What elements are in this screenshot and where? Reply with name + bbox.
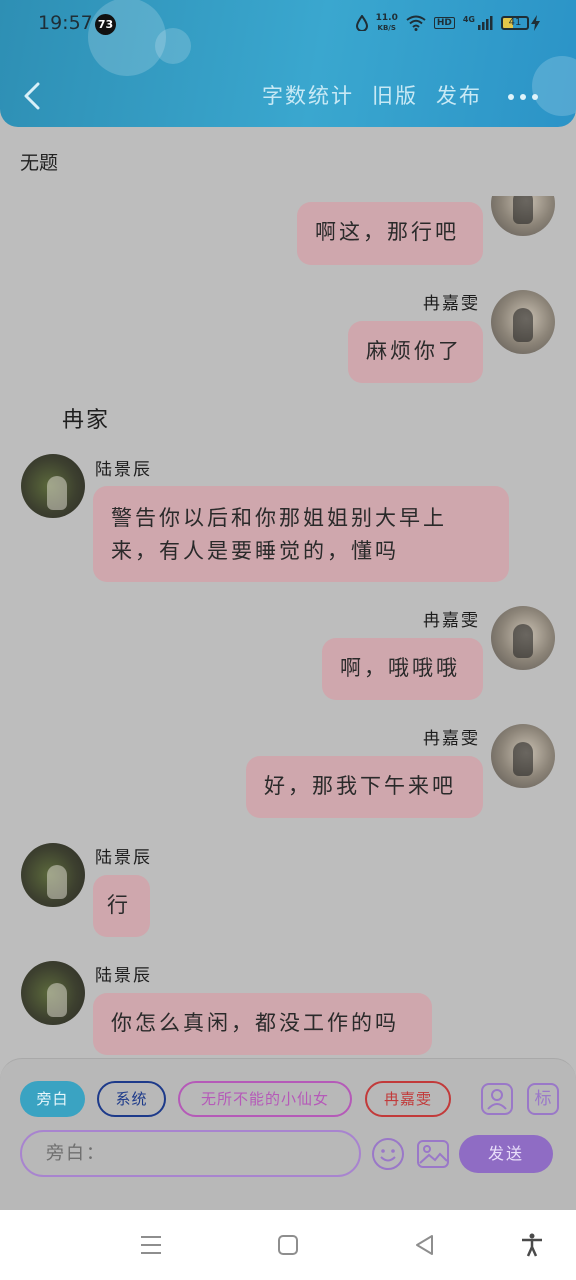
chat-bubble[interactable]: 行	[93, 875, 150, 937]
avatar[interactable]	[21, 454, 85, 518]
publish-button[interactable]: 发布	[436, 80, 482, 110]
sender-name: 陆景辰	[95, 460, 152, 480]
nav-bar: 字数统计 旧版 发布	[0, 72, 576, 120]
avatar[interactable]	[21, 843, 85, 907]
hd-indicator: HD	[433, 17, 455, 29]
sender-name: 冉嘉雯	[423, 294, 480, 314]
chat-bubble[interactable]: 麻烦你了	[348, 321, 483, 383]
tag-icon[interactable]: 标	[527, 1083, 559, 1115]
back-arrow-icon[interactable]	[22, 82, 42, 110]
wifi-icon	[406, 15, 426, 31]
menu-icon[interactable]	[138, 1232, 164, 1258]
signal-icon	[478, 16, 493, 30]
avatar[interactable]	[491, 290, 555, 354]
role-chip-fairy[interactable]: 无所不能的小仙女	[178, 1081, 352, 1117]
network-speed: 11.0 KB/S	[375, 13, 398, 32]
home-icon[interactable]	[275, 1232, 301, 1258]
chat-bubble[interactable]: 啊，哦哦哦	[322, 638, 483, 700]
role-chip-narrator[interactable]: 旁白	[20, 1081, 85, 1117]
battery-indicator: 41	[501, 15, 540, 31]
sender-name: 陆景辰	[95, 848, 152, 868]
old-version-button[interactable]: 旧版	[372, 80, 418, 110]
sender-name: 陆景辰	[95, 966, 152, 986]
message-input[interactable]: 旁白：	[20, 1130, 361, 1177]
scene-label: 冉家	[62, 408, 111, 433]
header-actions: 字数统计 旧版 发布	[262, 80, 482, 110]
chat-bubble[interactable]: 啊这，那行吧	[297, 202, 483, 265]
chat-bubble[interactable]: 你怎么真闲，都没工作的吗	[93, 993, 432, 1055]
accessibility-icon[interactable]	[519, 1232, 545, 1258]
image-icon[interactable]	[416, 1137, 450, 1171]
notification-badge: 73	[95, 14, 116, 35]
chat-title: 无题	[20, 152, 59, 174]
role-chip-system[interactable]: 系统	[97, 1081, 166, 1117]
status-bar: 19:57 73 11.0 KB/S HD 4G 41	[0, 0, 576, 52]
person-icon	[487, 1089, 507, 1110]
sender-name: 冉嘉雯	[423, 611, 480, 631]
app-header: 19:57 73 11.0 KB/S HD 4G 41 字数统计 旧版 发布	[0, 0, 576, 127]
send-button[interactable]: 发送	[459, 1135, 553, 1173]
battery-level: 41	[501, 16, 529, 30]
role-chip-ran-jiawen[interactable]: 冉嘉雯	[365, 1081, 451, 1117]
sender-name: 冉嘉雯	[423, 729, 480, 749]
more-options-icon[interactable]	[508, 94, 538, 100]
status-time: 19:57	[38, 12, 93, 34]
avatar[interactable]	[491, 606, 555, 670]
word-count-button[interactable]: 字数统计	[262, 80, 354, 110]
charging-icon	[531, 15, 540, 31]
avatar[interactable]	[21, 961, 85, 1025]
scroll-cutoff	[480, 160, 576, 196]
user-icon[interactable]	[481, 1083, 513, 1115]
system-navigation-bar	[0, 1210, 576, 1280]
water-drop-icon	[355, 15, 368, 31]
status-icons: 11.0 KB/S HD 4G 41	[355, 13, 540, 33]
emoji-icon[interactable]	[371, 1137, 405, 1171]
avatar[interactable]	[491, 724, 555, 788]
network-type: 4G	[462, 14, 475, 24]
chat-bubble[interactable]: 警告你以后和你那姐姐别大早上 来，有人是要睡觉的，懂吗	[93, 486, 509, 582]
chat-bubble[interactable]: 好，那我下午来吧	[246, 756, 483, 818]
back-icon[interactable]	[412, 1232, 438, 1258]
